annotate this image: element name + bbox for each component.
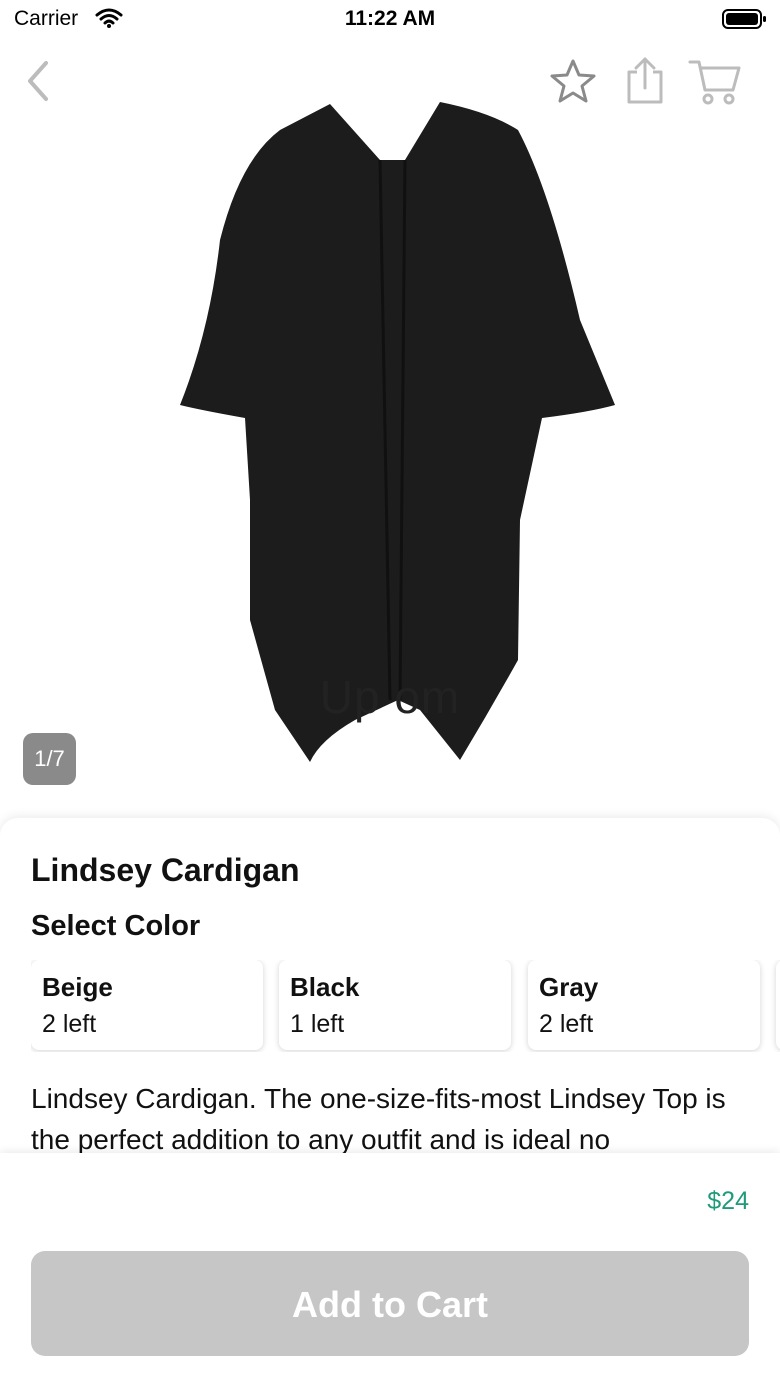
chevron-left-icon <box>28 61 48 101</box>
color-option-gray[interactable]: Gray 2 left <box>528 960 760 1050</box>
color-option-beige[interactable]: Beige 2 left <box>31 960 263 1050</box>
cart-icon <box>688 60 741 105</box>
color-stock: 2 left <box>539 1010 594 1038</box>
watermark: Up om <box>319 671 461 723</box>
battery-icon <box>722 9 766 29</box>
status-bar: Carrier 11:22 AM <box>0 0 780 40</box>
purchase-bar: $24 Add to Cart <box>0 1153 780 1387</box>
page-indicator: 1/7 <box>23 733 76 785</box>
product-description: Lindsey Cardigan. The one-size-fits-most… <box>31 1083 726 1154</box>
color-name: Black <box>290 972 360 1002</box>
product-title: Lindsey Cardigan <box>31 852 300 888</box>
star-icon <box>550 59 596 103</box>
color-stock: 2 left <box>42 1010 97 1038</box>
select-color-heading: Select Color <box>31 910 201 942</box>
add-to-cart-button[interactable]: Add to Cart <box>31 1251 749 1356</box>
share-icon <box>627 57 663 104</box>
color-options[interactable]: Beige 2 left Black 1 left Gray 2 left <box>31 960 780 1052</box>
back-button[interactable] <box>10 52 68 110</box>
price: $24 <box>707 1187 749 1215</box>
product-image-gallery[interactable]: Up om 1/7 <box>0 40 780 820</box>
share-button[interactable] <box>616 52 674 110</box>
color-stock: 1 left <box>290 1010 345 1038</box>
color-name: Gray <box>539 972 599 1002</box>
cart-button[interactable] <box>686 52 744 110</box>
favorite-button[interactable] <box>544 52 602 110</box>
color-name: Beige <box>42 972 113 1002</box>
color-option-black[interactable]: Black 1 left <box>279 960 511 1050</box>
status-time: 11:22 AM <box>344 7 436 30</box>
color-option-next[interactable] <box>776 960 780 1050</box>
